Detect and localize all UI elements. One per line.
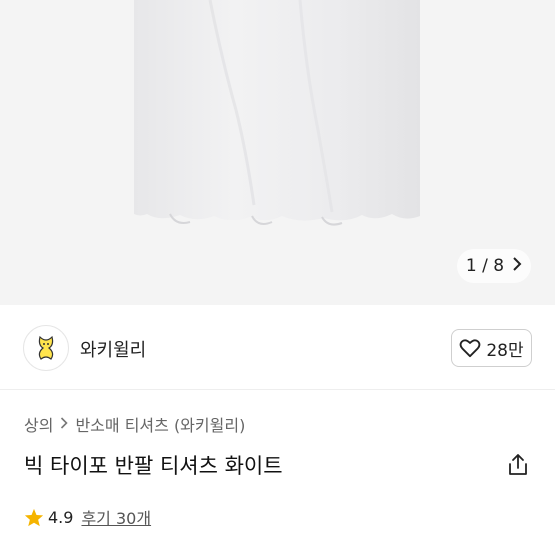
- rating-score: 4.9: [48, 507, 74, 527]
- share-icon: [509, 454, 527, 475]
- product-title: 빅 타이포 반팔 티셔츠 화이트: [24, 454, 283, 478]
- pager-text: 1 / 8: [465, 256, 505, 276]
- brand-logo[interactable]: [23, 325, 69, 371]
- chevron-right-icon: [512, 256, 522, 276]
- brand-row: 와키윌리 28만: [0, 305, 555, 389]
- share-button[interactable]: [505, 452, 531, 478]
- rating-summary: 4.9 후기 30개: [24, 505, 151, 529]
- image-pager[interactable]: 1 / 8: [457, 249, 531, 283]
- reviews-link[interactable]: 후기 30개: [81, 505, 151, 529]
- yellow-character-logo-icon: [38, 335, 54, 360]
- heart-outline-icon: [460, 339, 481, 358]
- breadcrumb-item-category[interactable]: 상의: [24, 412, 53, 436]
- breadcrumb-item-subcategory[interactable]: 반소매 티셔츠 (와키윌리): [75, 412, 245, 436]
- star-icon: [24, 508, 44, 526]
- like-count: 28만: [486, 340, 524, 361]
- chevron-right-icon: [60, 415, 69, 433]
- like-button[interactable]: 28만: [451, 329, 532, 367]
- breadcrumb: 상의 반소매 티셔츠 (와키윌리): [24, 412, 245, 436]
- product-image-gallery[interactable]: 1 / 8: [0, 0, 555, 305]
- divider: [0, 389, 555, 390]
- brand-name[interactable]: 와키윌리: [80, 336, 146, 362]
